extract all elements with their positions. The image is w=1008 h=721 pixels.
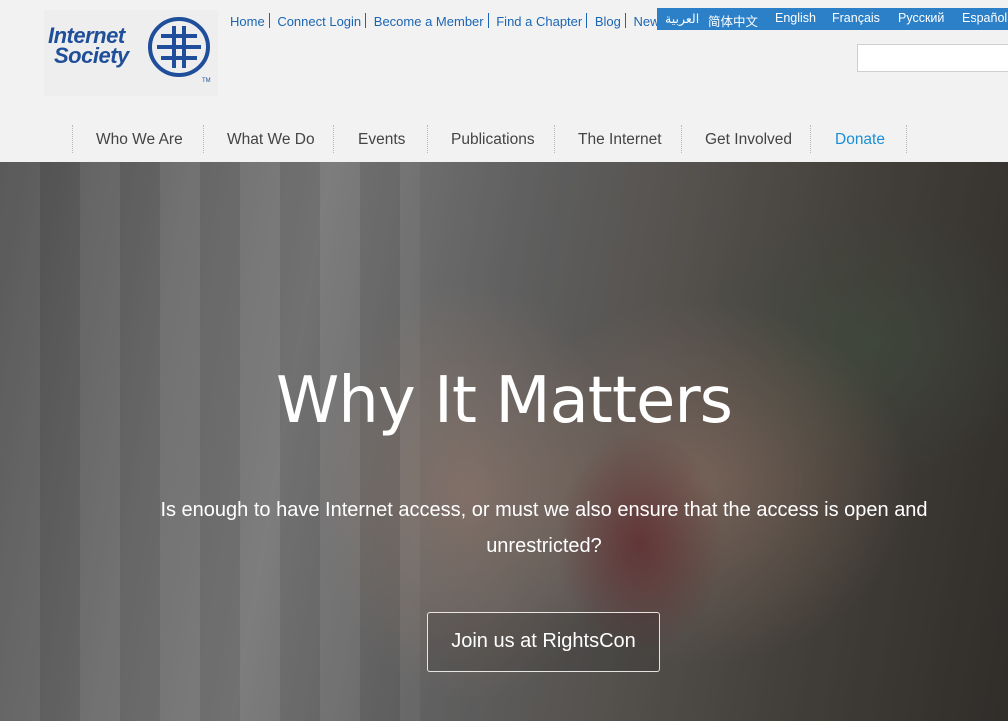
logo-wordmark: Internet Society bbox=[48, 25, 129, 68]
language-spanish[interactable]: Español bbox=[962, 11, 1007, 25]
language-bar: العربية 简体中文 English Français Русский Es… bbox=[657, 8, 1008, 30]
hero-subtitle: Is enough to have Internet access, or mu… bbox=[160, 499, 928, 557]
language-english[interactable]: English bbox=[775, 11, 816, 25]
trademark-label: TM bbox=[202, 78, 211, 84]
language-russian[interactable]: Русский bbox=[898, 11, 944, 25]
rightscon-button[interactable]: Join us at RightsCon bbox=[427, 612, 660, 672]
nav-divider bbox=[333, 125, 334, 153]
language-arabic[interactable]: العربية bbox=[665, 11, 699, 26]
link-divider bbox=[365, 13, 367, 28]
utility-links: Home Connect Login Become a Member Find … bbox=[230, 13, 666, 29]
nav-events[interactable]: Events bbox=[358, 131, 405, 149]
nav-divider bbox=[72, 125, 73, 153]
language-french[interactable]: Français bbox=[832, 11, 880, 25]
hero-banner: Why It Matters Is enough to have Interne… bbox=[0, 162, 1008, 721]
link-divider bbox=[624, 13, 626, 28]
nav-divider bbox=[906, 125, 907, 153]
hero-title: Why It Matters bbox=[275, 364, 733, 438]
site-header: Internet Society TM Home Connect Login B… bbox=[0, 0, 1008, 116]
nav-divider bbox=[554, 125, 555, 153]
link-divider bbox=[487, 13, 489, 28]
nav-divider bbox=[810, 125, 811, 153]
nav-donate[interactable]: Donate bbox=[835, 131, 885, 149]
link-divider bbox=[268, 13, 270, 28]
nav-publications[interactable]: Publications bbox=[451, 131, 535, 149]
nav-divider bbox=[681, 125, 682, 153]
blog-link[interactable]: Blog bbox=[595, 14, 621, 29]
nav-who-we-are[interactable]: Who We Are bbox=[96, 131, 183, 149]
become-member-link[interactable]: Become a Member bbox=[374, 14, 484, 29]
link-divider bbox=[586, 13, 588, 28]
home-link[interactable]: Home bbox=[230, 14, 265, 29]
main-nav: Who We Are What We Do Events Publication… bbox=[0, 116, 1008, 162]
nav-get-involved[interactable]: Get Involved bbox=[705, 131, 792, 149]
globe-icon bbox=[148, 17, 210, 77]
nav-divider bbox=[427, 125, 428, 153]
internet-society-logo[interactable]: Internet Society TM bbox=[44, 10, 218, 96]
search-input[interactable] bbox=[857, 44, 1008, 72]
nav-what-we-do[interactable]: What We Do bbox=[227, 131, 315, 149]
connect-login-link[interactable]: Connect Login bbox=[277, 14, 361, 29]
language-chinese[interactable]: 简体中文 bbox=[708, 11, 758, 30]
find-chapter-link[interactable]: Find a Chapter bbox=[496, 14, 582, 29]
nav-the-internet[interactable]: The Internet bbox=[578, 131, 662, 149]
logo-line-2: Society bbox=[54, 43, 129, 68]
nav-divider bbox=[203, 125, 204, 153]
